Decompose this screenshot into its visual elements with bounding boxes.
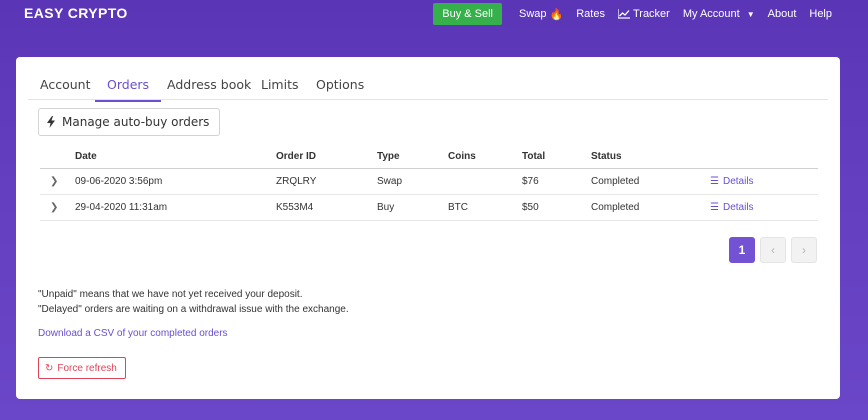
details-link[interactable]: ☰ Details	[710, 202, 754, 213]
nav-links: Buy & Sell Swap 🔥 Rates Tracker My Accou…	[433, 3, 832, 25]
details-label: Details	[722, 202, 754, 213]
nav-tracker-label: Tracker	[632, 8, 670, 20]
chevron-right-icon[interactable]: ❯	[50, 202, 58, 213]
top-nav: EASY CRYPTO Buy & Sell Swap 🔥 Rates Trac…	[0, 0, 868, 28]
nav-rates[interactable]: Rates	[576, 8, 605, 20]
details-link[interactable]: ☰ Details	[710, 176, 754, 187]
orders-card: Account Orders Address book Limits Optio…	[16, 57, 840, 399]
order-status: Completed	[591, 202, 640, 213]
force-refresh-label: Force refresh	[57, 362, 117, 374]
order-date: 09-06-2020 3:56pm	[75, 176, 163, 187]
download-csv-link[interactable]: Download a CSV of your completed orders	[38, 328, 228, 339]
header-total[interactable]: Total	[522, 151, 545, 162]
chevron-right-icon: ›	[802, 243, 806, 257]
tab-limits[interactable]: Limits	[261, 77, 299, 92]
table-header: Date Order ID Type Coins Total Status	[40, 145, 818, 169]
bolt-icon	[47, 116, 55, 128]
header-date[interactable]: Date	[75, 151, 97, 162]
nav-tracker[interactable]: Tracker	[617, 8, 670, 20]
tab-account[interactable]: Account	[40, 77, 90, 92]
table-row[interactable]: ❯ 09-06-2020 3:56pm ZRQLRY Swap $76 Comp…	[40, 169, 818, 195]
tab-orders[interactable]: Orders	[94, 77, 162, 102]
order-date: 29-04-2020 11:31am	[75, 202, 168, 213]
header-coins[interactable]: Coins	[448, 151, 476, 162]
nav-my-account[interactable]: My Account ▼	[683, 8, 755, 20]
tab-address-book[interactable]: Address book	[167, 77, 251, 92]
header-order-id[interactable]: Order ID	[276, 151, 316, 162]
nav-swap-label: Swap	[518, 8, 547, 20]
list-icon: ☰	[710, 176, 719, 187]
chevron-down-icon: ▼	[746, 9, 755, 19]
tab-options[interactable]: Options	[316, 77, 364, 92]
order-id: K553M4	[276, 202, 314, 213]
order-id: ZRQLRY	[276, 176, 317, 187]
header-type[interactable]: Type	[377, 151, 400, 162]
prev-page-button[interactable]: ‹	[760, 237, 786, 263]
list-icon: ☰	[710, 202, 719, 213]
manage-auto-buy-label: Manage auto-buy orders	[62, 115, 210, 129]
nav-help[interactable]: Help	[809, 8, 832, 20]
orders-table: Date Order ID Type Coins Total Status ❯ …	[40, 145, 818, 221]
nav-my-account-label: My Account	[682, 8, 740, 20]
order-type: Buy	[377, 202, 395, 213]
nav-swap[interactable]: Swap 🔥	[519, 8, 563, 21]
chevron-right-icon[interactable]: ❯	[50, 176, 58, 187]
order-type: Swap	[377, 176, 403, 187]
order-total: $50	[522, 202, 539, 213]
brand-logo[interactable]: EASY CRYPTO	[24, 5, 128, 21]
account-tabs: Account Orders Address book Limits Optio…	[28, 57, 828, 102]
buy-sell-button[interactable]: Buy & Sell	[433, 3, 502, 25]
table-row[interactable]: ❯ 29-04-2020 11:31am K553M4 Buy BTC $50 …	[40, 195, 818, 221]
line-chart-icon	[617, 9, 630, 19]
page-1-button[interactable]: 1	[729, 237, 755, 263]
order-total: $76	[522, 176, 539, 187]
order-status: Completed	[591, 176, 640, 187]
unpaid-note: "Unpaid" means that we have not yet rece…	[38, 289, 303, 300]
nav-about[interactable]: About	[768, 8, 797, 20]
header-status[interactable]: Status	[591, 151, 622, 162]
next-page-button[interactable]: ›	[791, 237, 817, 263]
delayed-note: "Delayed" orders are waiting on a withdr…	[38, 304, 349, 315]
refresh-icon: ↻	[45, 362, 54, 374]
manage-auto-buy-button[interactable]: Manage auto-buy orders	[38, 108, 221, 136]
force-refresh-button[interactable]: ↻ Force refresh	[38, 357, 126, 379]
chevron-left-icon: ‹	[771, 243, 775, 257]
pagination: 1 ‹ ›	[729, 237, 817, 263]
details-label: Details	[722, 176, 754, 187]
order-coins: BTC	[448, 202, 468, 213]
flame-icon: 🔥	[549, 8, 564, 21]
